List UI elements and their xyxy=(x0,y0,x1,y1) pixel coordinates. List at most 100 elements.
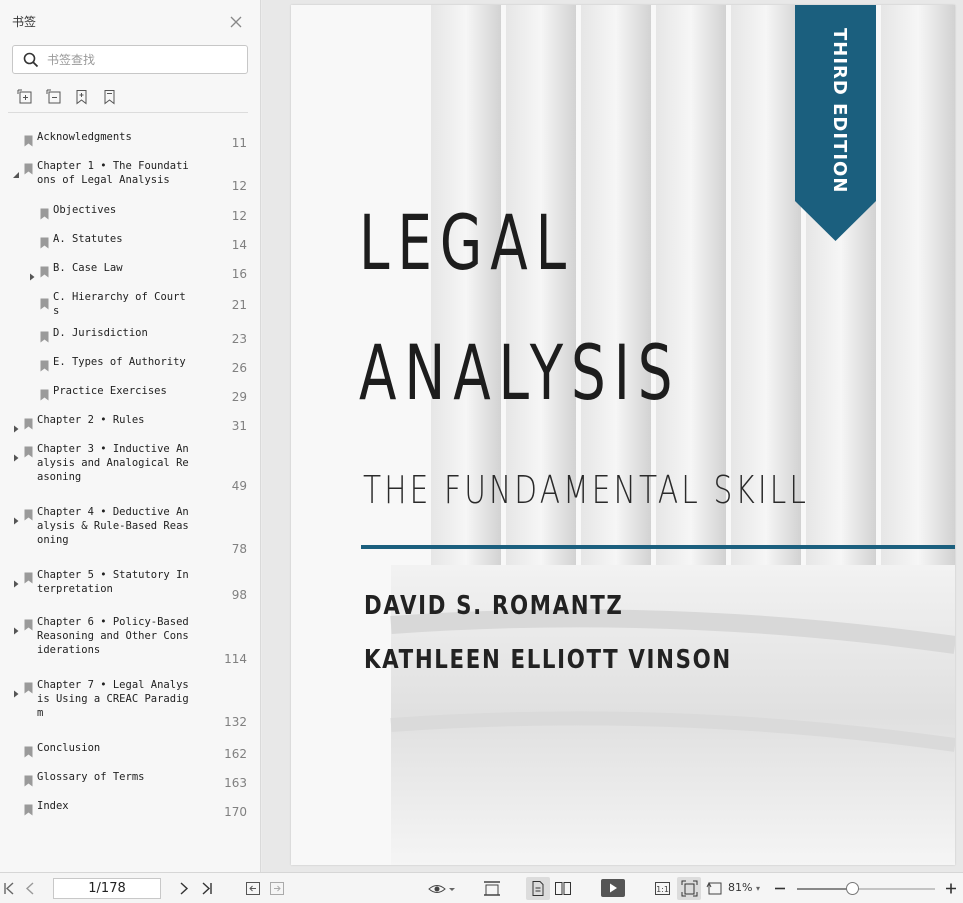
bookmark-flag-icon xyxy=(40,386,49,401)
fit-page-icon[interactable] xyxy=(681,880,698,897)
expand-arrow-icon[interactable] xyxy=(12,683,20,698)
zoom-slider-handle[interactable] xyxy=(846,882,860,895)
bookmark-page-number: 170 xyxy=(224,805,247,819)
expand-all-icon[interactable] xyxy=(17,89,33,105)
bookmark-label: Chapter 7 • Legal Analys is Using a CREA… xyxy=(37,679,189,719)
two-page-icon[interactable] xyxy=(554,880,572,897)
bookmark-label: Chapter 5 • Statutory In terpretation xyxy=(37,569,189,595)
next-page-icon[interactable] xyxy=(178,880,190,897)
expand-arrow-icon[interactable] xyxy=(12,418,20,433)
bookmark-page-number: 29 xyxy=(231,390,247,404)
bookmark-page-number: 12 xyxy=(231,209,247,223)
bookmark-label: Practice Exercises xyxy=(53,385,167,397)
bookmark-label: Chapter 6 • Policy-Based Reasoning and O… xyxy=(37,616,189,656)
bookmark-flag-icon xyxy=(40,295,49,310)
expand-arrow-icon[interactable] xyxy=(12,573,20,588)
pdf-page: THIRD EDITION LEGAL ANALYSIS THE FUNDAME… xyxy=(291,5,955,865)
collapse-all-icon[interactable] xyxy=(46,89,62,105)
bookmark-flag-icon xyxy=(24,132,33,147)
bookmark-page-number: 78 xyxy=(231,542,247,556)
bookmark-flag-icon xyxy=(40,357,49,372)
cover-author-1: DAVID S. ROMANTZ xyxy=(364,591,624,621)
bookmark-label: Chapter 1 • The Foundati ons of Legal An… xyxy=(37,160,189,186)
expand-arrow-icon[interactable] xyxy=(12,510,20,525)
bookmark-page-number: 14 xyxy=(231,238,247,252)
bookmark-flag-icon xyxy=(40,263,49,278)
bookmark-flag-icon xyxy=(24,443,33,458)
bookmark-flag-icon xyxy=(24,506,33,521)
bookmark-search-input[interactable] xyxy=(47,50,237,70)
bookmark-icon[interactable] xyxy=(102,89,118,105)
fit-width-icon[interactable] xyxy=(483,880,501,897)
bookmark-page-number: 21 xyxy=(231,298,247,312)
bookmark-flag-icon xyxy=(40,205,49,220)
zoom-slider-fill xyxy=(797,888,853,890)
bookmark-flag-icon xyxy=(24,743,33,758)
bookmark-label: B. Case Law xyxy=(53,262,123,274)
last-page-icon[interactable] xyxy=(200,880,214,897)
forward-icon[interactable] xyxy=(269,880,285,897)
chevron-down-icon: ▾ xyxy=(755,884,760,893)
bookmark-page-number: 31 xyxy=(231,419,247,433)
bookmark-page-number: 23 xyxy=(231,332,247,346)
bookmark-search-box[interactable] xyxy=(12,45,248,74)
search-icon xyxy=(23,52,39,68)
zoom-level[interactable]: 81% ▾ xyxy=(728,881,760,894)
play-icon[interactable] xyxy=(601,879,625,897)
bookmark-flag-icon xyxy=(24,772,33,787)
bookmark-label: Acknowledgments xyxy=(37,131,132,143)
status-toolbar: 1/178 1:1 81% ▾ xyxy=(0,872,963,903)
divider xyxy=(8,112,248,113)
bookmark-page-number: 49 xyxy=(231,479,247,493)
expand-arrow-icon[interactable] xyxy=(28,266,36,281)
rotate-icon[interactable] xyxy=(706,880,724,897)
read-mode-icon[interactable] xyxy=(428,880,456,897)
first-page-icon[interactable] xyxy=(2,880,16,897)
single-page-icon[interactable] xyxy=(531,880,545,897)
bookmark-page-number: 16 xyxy=(231,267,247,281)
document-viewport[interactable]: THIRD EDITION LEGAL ANALYSIS THE FUNDAME… xyxy=(262,0,963,872)
bookmark-page-number: 26 xyxy=(231,361,247,375)
zoom-slider[interactable] xyxy=(797,888,935,890)
bookmark-label: E. Types of Authority xyxy=(53,356,186,368)
bookmark-page-number: 162 xyxy=(224,747,247,761)
bookmark-label: C. Hierarchy of Court s xyxy=(53,291,186,317)
back-icon[interactable] xyxy=(245,880,261,897)
zoom-out-icon[interactable] xyxy=(774,880,786,897)
bookmark-label: Index xyxy=(37,800,69,812)
panel-title: 书签 xyxy=(12,15,37,29)
bookmark-label: D. Jurisdiction xyxy=(53,327,148,339)
cover-subtitle: THE FUNDAMENTAL SKILL xyxy=(363,468,810,512)
bookmark-flag-icon xyxy=(24,616,33,631)
cover-title-line1: LEGAL xyxy=(359,198,574,287)
zoom-value: 81% xyxy=(728,881,753,894)
bookmark-label: A. Statutes xyxy=(53,233,123,245)
bookmark-flag-icon xyxy=(24,160,33,175)
bookmark-page-number: 132 xyxy=(224,715,247,729)
add-bookmark-icon[interactable] xyxy=(74,89,90,105)
bookmark-flag-icon xyxy=(24,801,33,816)
actual-size-icon[interactable]: 1:1 xyxy=(654,880,671,897)
expand-arrow-icon[interactable] xyxy=(12,447,20,462)
zoom-in-icon[interactable] xyxy=(945,880,957,897)
bookmark-label: Objectives xyxy=(53,204,117,216)
bookmark-flag-icon xyxy=(24,679,33,694)
bookmark-panel: 书签 Acknowledgments 11 Chapter 1 • The Foun… xyxy=(0,0,261,872)
bookmark-page-number: 11 xyxy=(231,136,247,150)
cover-divider xyxy=(361,545,955,549)
svg-text:1:1: 1:1 xyxy=(656,885,669,894)
bookmark-page-number: 12 xyxy=(231,179,247,193)
collapse-arrow-icon[interactable] xyxy=(12,164,20,178)
prev-page-icon[interactable] xyxy=(24,880,36,897)
close-icon[interactable] xyxy=(229,14,243,28)
bookmark-label: Chapter 2 • Rules xyxy=(37,414,145,426)
page-number-input[interactable]: 1/178 xyxy=(53,878,161,899)
bookmark-page-number: 98 xyxy=(231,588,247,602)
bookmark-page-number: 114 xyxy=(224,652,247,666)
bookmark-flag-icon xyxy=(24,569,33,584)
bookmark-label: Chapter 4 • Deductive An alysis & Rule-B… xyxy=(37,506,189,546)
expand-arrow-icon[interactable] xyxy=(12,620,20,635)
bookmark-label: Glossary of Terms xyxy=(37,771,145,783)
bookmark-page-number: 163 xyxy=(224,776,247,790)
bookmark-flag-icon xyxy=(40,234,49,249)
